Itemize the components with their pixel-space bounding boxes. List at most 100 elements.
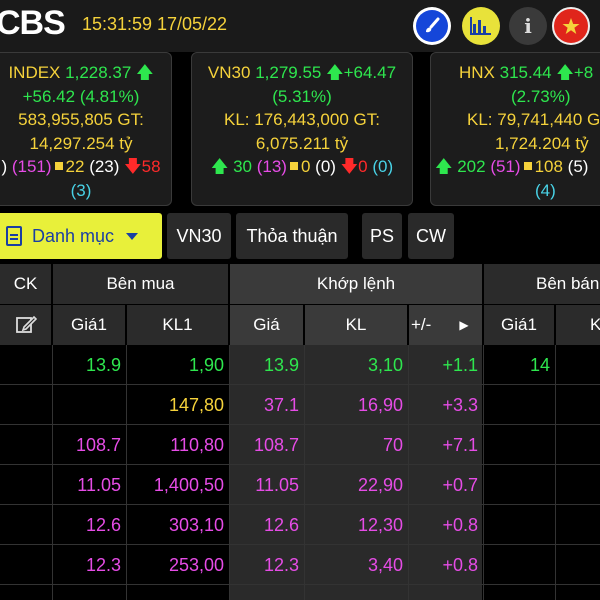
sell-price-cell bbox=[484, 505, 554, 545]
column-divider bbox=[52, 345, 53, 600]
index-change: +64.47 bbox=[343, 63, 397, 82]
header-match-price[interactable]: Giá bbox=[230, 305, 303, 345]
document-icon bbox=[6, 226, 22, 246]
index-value-total: 1,724.204 tỷ bbox=[495, 133, 589, 153]
up-count-ceil: (151) bbox=[11, 157, 52, 176]
header-sell-price[interactable]: Giá1 bbox=[484, 305, 554, 345]
info-button[interactable]: i bbox=[509, 7, 547, 45]
chart-button[interactable] bbox=[462, 7, 500, 45]
bar-chart-icon bbox=[470, 17, 491, 35]
buy-vol-cell: 253,00 bbox=[168, 554, 224, 575]
index-pct: (2.73%) bbox=[511, 86, 571, 106]
ref-count: 0 bbox=[300, 157, 311, 176]
match-vol-cell: 22,90 bbox=[357, 474, 403, 495]
index-value-total: 14,297.254 tỷ bbox=[29, 133, 133, 153]
down-count-floor: (0) bbox=[372, 157, 394, 176]
up-arrow-icon: 🡅 bbox=[210, 157, 229, 176]
up-count-ceil: (13) bbox=[256, 157, 287, 176]
header-ben-mua: Bên mua bbox=[53, 264, 228, 304]
edit-list-button[interactable] bbox=[0, 305, 51, 345]
match-price-cell: 11.05 bbox=[255, 474, 299, 495]
buy-price-cell: 12.3 bbox=[85, 554, 121, 575]
ref-square-icon bbox=[54, 162, 63, 170]
ref-count: 108 bbox=[534, 157, 563, 176]
sell-price-cell: 14 bbox=[529, 354, 550, 375]
buy-vol-cell: 147,80 bbox=[168, 394, 224, 415]
index-value: 1,228.37 bbox=[65, 63, 132, 82]
buy-price-cell: 12.6 bbox=[85, 514, 121, 535]
index-card-vn30[interactable]: VN30 1,279.55 🡅+64.47 (5.31%) KL: 176,44… bbox=[191, 52, 413, 206]
play-right-icon[interactable]: ▶ bbox=[459, 318, 468, 332]
up-count: 202 bbox=[457, 157, 486, 176]
index-name: HNX bbox=[459, 63, 495, 82]
match-vol-cell: 12,30 bbox=[357, 514, 403, 535]
tab-cw[interactable]: CW bbox=[408, 213, 454, 259]
header-match-vol[interactable]: KL bbox=[305, 305, 407, 345]
match-price-cell: 108.7 bbox=[253, 434, 299, 455]
column-divider bbox=[483, 345, 484, 600]
change-cell: +0.8 bbox=[442, 514, 478, 535]
buy-price-cell bbox=[53, 385, 125, 425]
tab-vn30[interactable]: VN30 bbox=[167, 213, 231, 259]
up-arrow-icon: 🡅 bbox=[556, 63, 574, 82]
tab-thoa-thuan[interactable]: Thỏa thuận bbox=[236, 213, 348, 259]
up-count: 30 bbox=[233, 157, 252, 176]
buy-price-cell: 108.7 bbox=[75, 434, 121, 455]
brush-icon bbox=[426, 17, 440, 33]
clock-time: 15:31:59 bbox=[82, 14, 153, 34]
app-header: CBS 15:31:59 17/05/22 i bbox=[0, 0, 600, 52]
change-cell: +3.3 bbox=[442, 394, 478, 415]
down-count: 0 bbox=[358, 157, 368, 176]
app-logo: CBS bbox=[0, 4, 66, 42]
index-name: INDEX bbox=[8, 63, 61, 82]
index-card-vnindex[interactable]: INDEX 1,228.37 🡅 +56.42 (4.81%) 583,955,… bbox=[0, 52, 172, 206]
index-volume: KL: 176,443,000 GT: bbox=[224, 110, 380, 129]
header-change[interactable]: +/- ▶ bbox=[409, 305, 482, 345]
edit-icon bbox=[15, 315, 37, 333]
index-value: 1,279.55 bbox=[255, 63, 322, 82]
header-ck: CK bbox=[0, 264, 51, 304]
chevron-down-icon[interactable] bbox=[126, 232, 139, 240]
index-change: +8 bbox=[573, 63, 594, 82]
index-value-total: 6,075.211 tỷ bbox=[255, 133, 349, 153]
index-volume: KL: 79,741,440 G bbox=[467, 110, 600, 129]
theme-button[interactable] bbox=[413, 7, 451, 45]
index-volume: 583,955,805 GT: bbox=[18, 110, 144, 129]
tab-ps[interactable]: PS bbox=[362, 213, 402, 259]
ref-count-paren: (5) bbox=[567, 157, 589, 176]
column-divider bbox=[126, 345, 127, 600]
ref-count: 22 bbox=[65, 157, 85, 176]
match-vol-cell: 3,40 bbox=[367, 554, 403, 575]
index-value: 315.44 bbox=[499, 63, 552, 82]
match-price-cell: 12.6 bbox=[263, 514, 299, 535]
header-change-label: +/- bbox=[411, 315, 432, 334]
buy-price-cell: 11.05 bbox=[77, 474, 121, 495]
match-vol-cell: 16,90 bbox=[357, 394, 403, 415]
header-khop-lenh: Khớp lệnh bbox=[230, 264, 482, 304]
column-divider bbox=[408, 345, 409, 600]
ref-square-icon bbox=[289, 162, 298, 170]
header-sell-vol[interactable]: K bbox=[556, 305, 600, 345]
buy-vol-cell: 110,80 bbox=[170, 434, 224, 455]
tab-label: Danh mục bbox=[32, 225, 115, 246]
header-buy-vol[interactable]: KL1 bbox=[127, 305, 228, 345]
clock-date: 17/05/22 bbox=[157, 14, 228, 34]
change-cell: +0.8 bbox=[442, 554, 478, 575]
up-count-ceil: (51) bbox=[490, 157, 521, 176]
buy-vol-cell: 1,90 bbox=[188, 354, 224, 375]
index-name: VN30 bbox=[207, 63, 251, 82]
down-arrow-icon: 🡇 bbox=[124, 157, 142, 176]
tab-danh-muc[interactable]: Danh mục bbox=[0, 213, 162, 259]
header-buy-price[interactable]: Giá1 bbox=[53, 305, 125, 345]
vietnam-flag-icon bbox=[562, 18, 580, 34]
match-price-cell: 12.3 bbox=[263, 554, 299, 575]
match-price-cell: 13.9 bbox=[263, 354, 299, 375]
up-arrow-icon: 🡅 bbox=[435, 157, 453, 176]
index-card-hnx[interactable]: HNX 315.44 🡅+8 (2.73%) KL: 79,741,440 G … bbox=[430, 52, 600, 206]
language-button[interactable] bbox=[552, 7, 590, 45]
match-vol-cell: 70 bbox=[382, 434, 403, 455]
down-arrow-icon: 🡇 bbox=[340, 157, 359, 176]
ref-count-paren: (23) bbox=[89, 157, 120, 176]
buy-vol-cell: 303,10 bbox=[168, 514, 224, 535]
sell-price-cell bbox=[484, 465, 554, 505]
